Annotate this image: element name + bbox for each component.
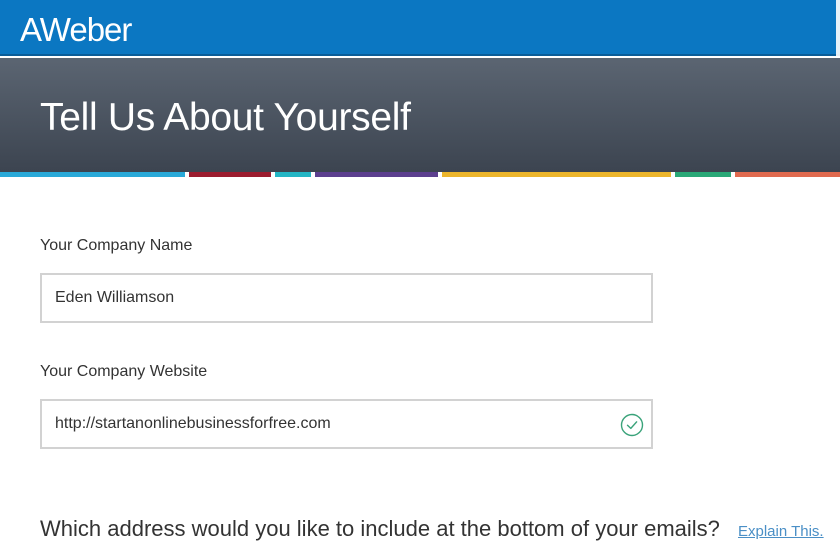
stripe-segment bbox=[442, 172, 671, 177]
address-question: Which address would you like to include … bbox=[40, 516, 720, 541]
company-website-input[interactable]: http://startanonlinebusinessforfree.com bbox=[40, 399, 653, 449]
top-bar-edge bbox=[836, 0, 840, 56]
stripe-segment bbox=[675, 172, 731, 177]
aweber-logo[interactable]: AWeber bbox=[20, 11, 132, 49]
company-website-value: http://startanonlinebusinessforfree.com bbox=[55, 415, 331, 432]
stripe-segment bbox=[189, 172, 271, 177]
stripe-segment bbox=[275, 172, 311, 177]
company-name-input[interactable]: Eden Williamson bbox=[40, 273, 653, 323]
explain-this-link[interactable]: Explain This. bbox=[738, 522, 824, 542]
check-circle-icon bbox=[620, 413, 644, 437]
stripe-segment bbox=[735, 172, 840, 177]
company-name-label: Your Company Name bbox=[40, 237, 193, 254]
page-title: Tell Us About Yourself bbox=[40, 96, 411, 139]
page-header: Tell Us About Yourself bbox=[0, 58, 840, 172]
stripe-segment bbox=[315, 172, 438, 177]
stripe-segment bbox=[0, 172, 185, 177]
company-website-label: Your Company Website bbox=[40, 363, 208, 380]
company-name-value: Eden Williamson bbox=[55, 289, 175, 306]
color-stripe bbox=[0, 172, 840, 177]
top-bar: AWeber bbox=[0, 0, 840, 56]
